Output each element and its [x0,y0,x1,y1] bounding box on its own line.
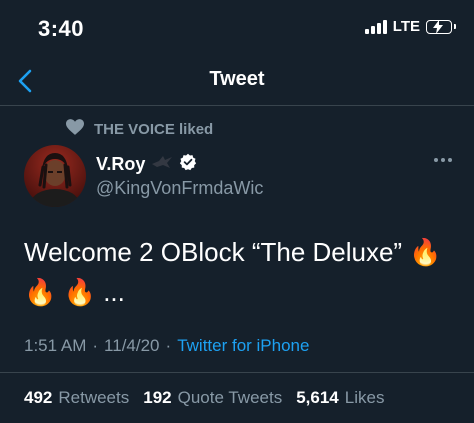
battery-charging-icon [426,19,456,34]
verified-badge-icon [179,153,197,176]
display-name: V.Roy [96,153,146,174]
avatar[interactable] [24,145,86,207]
engagement-stats: 492 Retweets 192 Quote Tweets 5,614 Like… [24,388,384,408]
social-context-text: THE VOICE liked [94,120,214,138]
display-name-row: V.Roy [96,152,263,176]
raven-emoji-icon [151,154,173,175]
quote-tweets-label: Quote Tweets [177,388,283,407]
tweet-source-link[interactable]: Twitter for iPhone [177,336,309,356]
status-indicators: LTE [364,18,456,35]
retweets-count: 492 [24,388,53,407]
tweet-detail-screen: 3:40 LTE Tweet THE VOICE liked V.Roy @Ki… [0,0,474,423]
social-context[interactable]: THE VOICE liked [66,119,213,139]
likes-count: 5,614 [296,388,339,407]
quote-tweets-stat[interactable]: 192 Quote Tweets [143,388,282,408]
signal-bars-icon [364,19,387,34]
tweet-meta: 1:51 AM · 11/4/20 · Twitter for iPhone [24,336,309,356]
retweets-label: Retweets [58,388,130,407]
divider [0,372,474,373]
status-time: 3:40 [38,16,85,41]
user-handle: @KingVonFrmdaWic [96,178,264,198]
quote-tweets-count: 192 [143,388,172,407]
retweets-stat[interactable]: 492 Retweets [24,388,129,408]
likes-label: Likes [344,388,385,407]
likes-stat[interactable]: 5,614 Likes [296,388,384,408]
network-label: LTE [392,18,420,35]
navigation-bar: Tweet [0,56,474,106]
page-title: Tweet [209,68,265,90]
more-horizontal-icon[interactable] [434,158,452,162]
meta-separator: · [165,336,172,355]
meta-separator: · [92,336,99,355]
tweet-text: Welcome 2 OBlock “The Deluxe” 🔥 🔥 🔥 ... [24,237,442,307]
author-info[interactable]: V.Roy @KingVonFrmdaWic [96,152,263,199]
heart-icon [66,119,84,139]
tweet-date: 11/4/20 [104,336,160,355]
tweet-time: 1:51 AM [24,336,87,355]
